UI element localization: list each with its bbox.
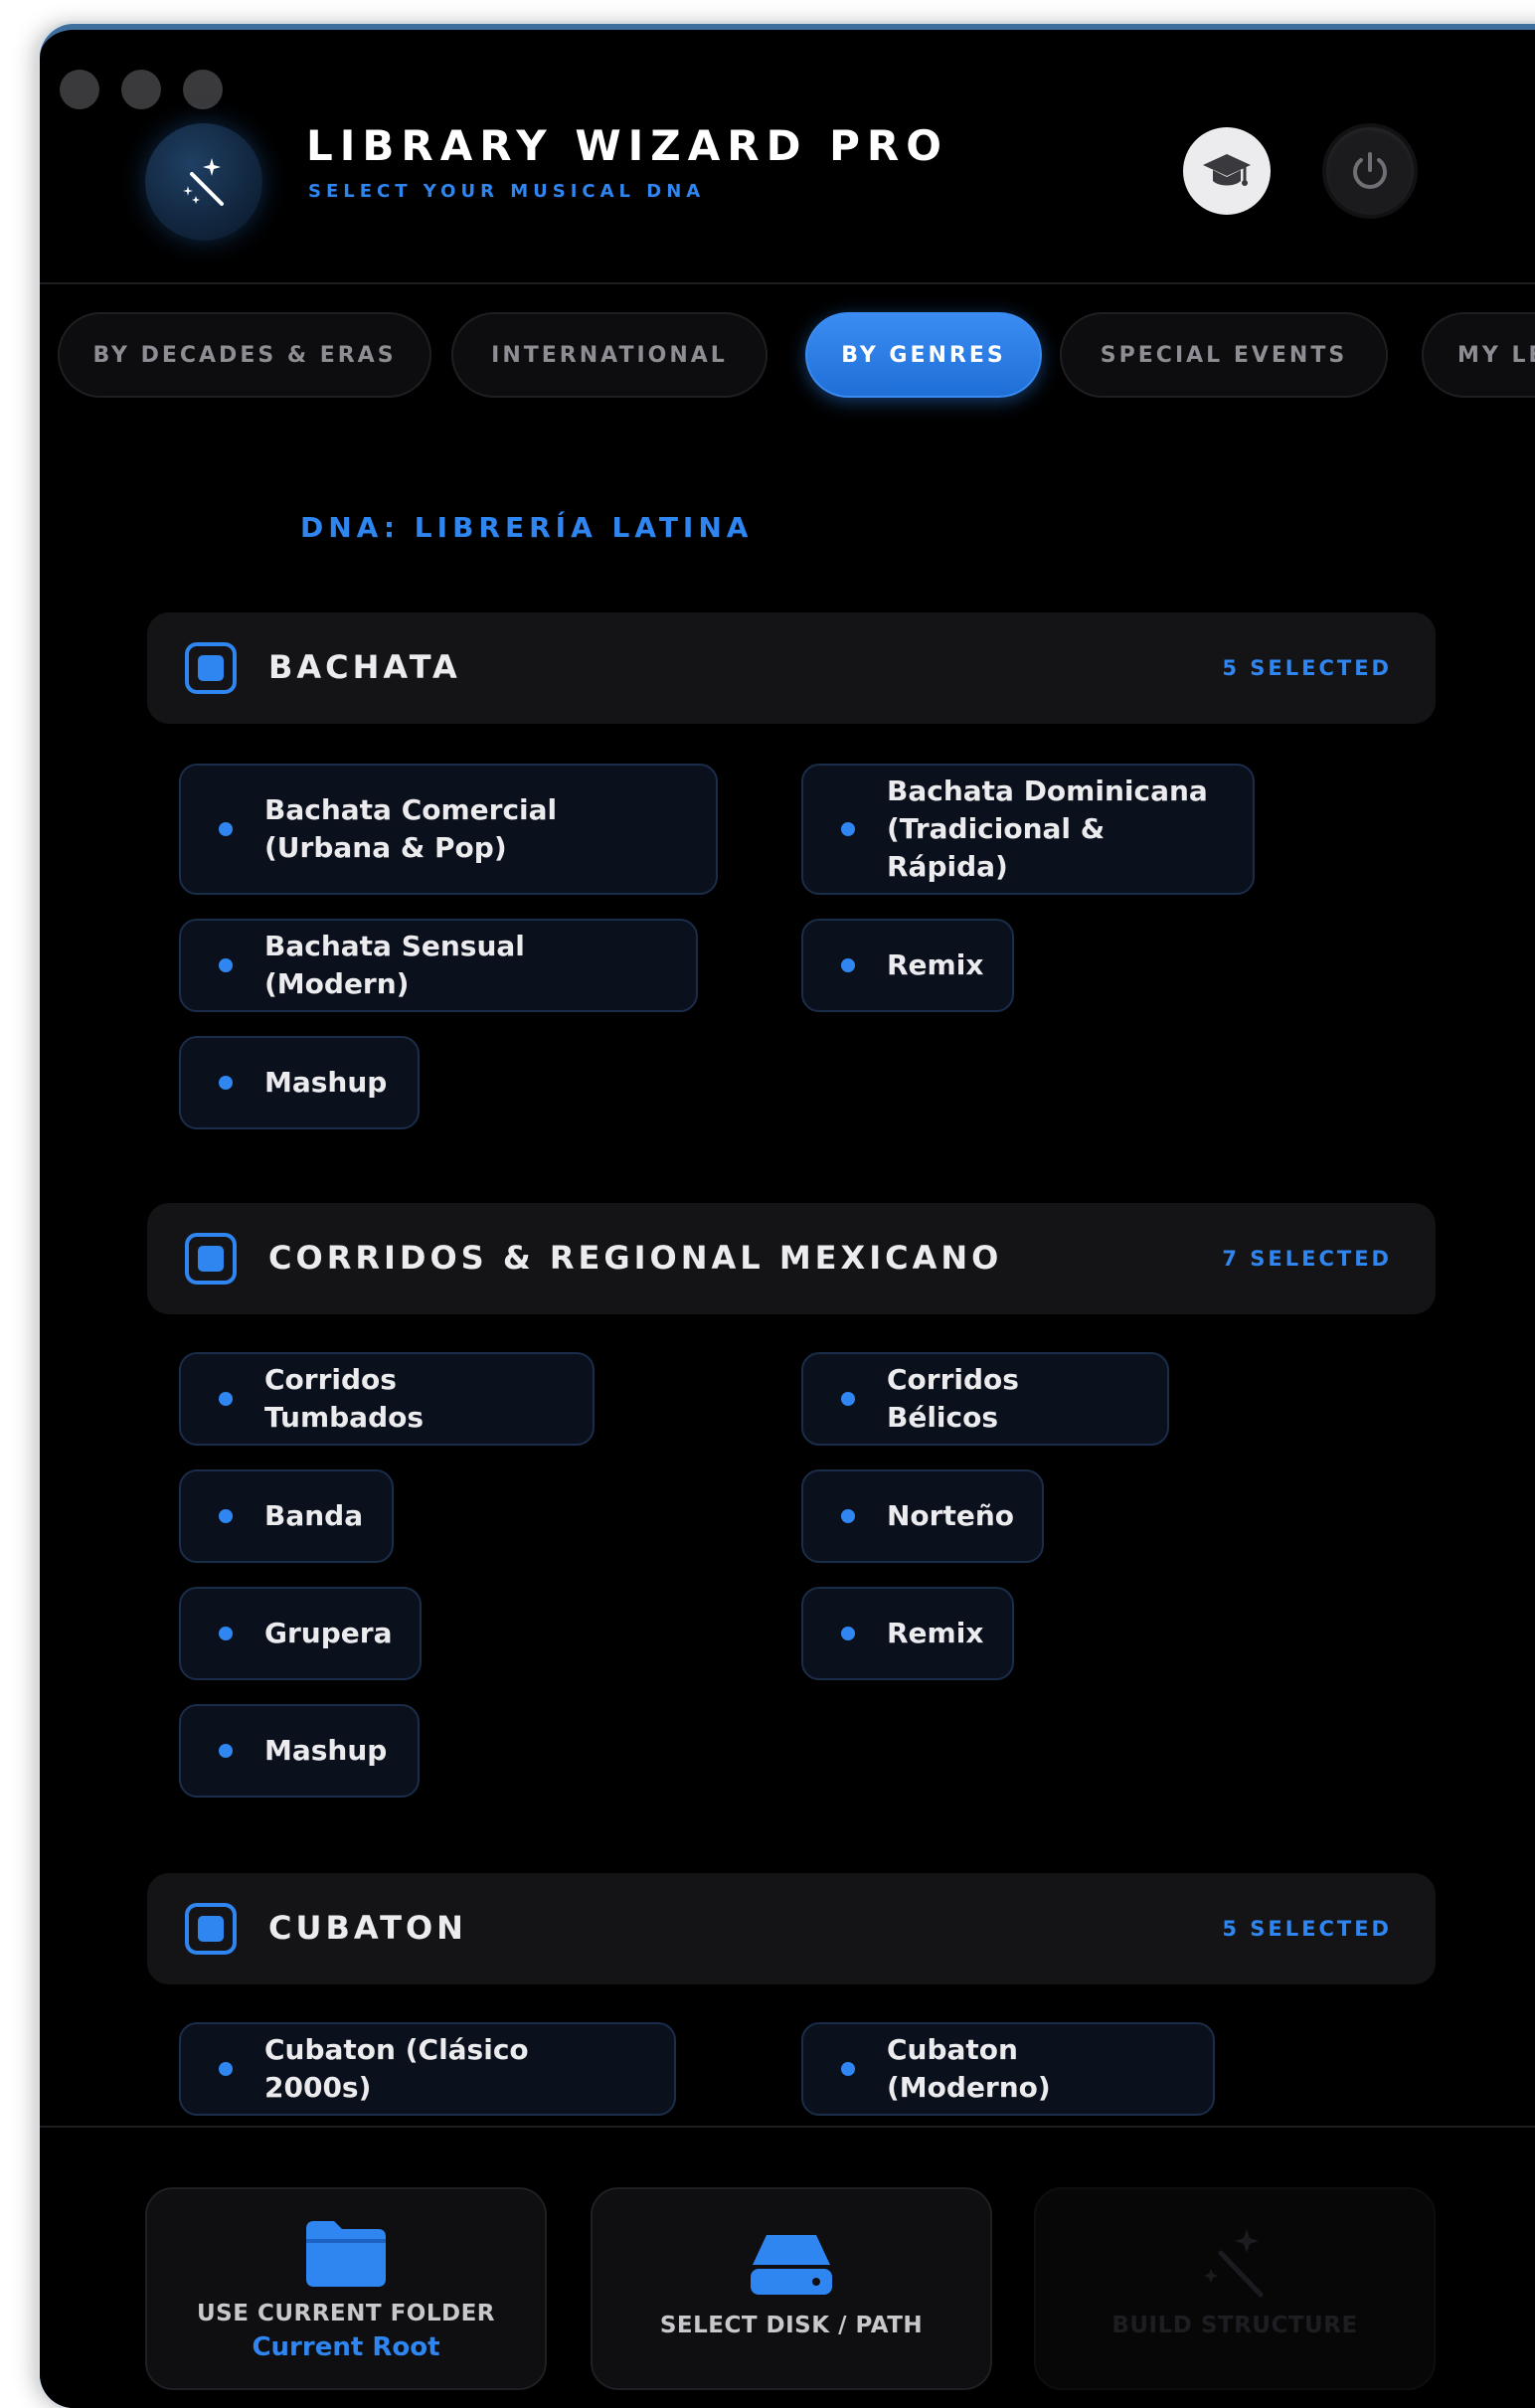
section-checkbox[interactable]: [185, 642, 237, 694]
magic-wand-icon: [183, 158, 224, 206]
selected-count-badge: 5 SELECTED: [1222, 1917, 1392, 1941]
magic-wand-icon: [1204, 2229, 1264, 2298]
genre-chip-label: Mashup: [264, 1066, 388, 1099]
section-title: BACHATA: [268, 648, 461, 686]
selected-dot: [219, 822, 233, 836]
genre-chip[interactable]: Bachata Sensual (Modern): [179, 919, 698, 1012]
genre-chip-label: Bachata Sensual (Modern): [264, 930, 525, 1000]
selected-count-badge: 5 SELECTED: [1222, 656, 1392, 680]
dna-library-label: DNA: LIBRERÍA LATINA: [300, 511, 754, 544]
genre-chip-label: Mashup: [264, 1734, 388, 1767]
genre-chip-label: Remix: [887, 948, 984, 981]
tutorial-button[interactable]: [1183, 127, 1271, 215]
section-header-bachata[interactable]: BACHATA 5 SELECTED: [147, 612, 1436, 724]
genre-chip-label: Bachata Dominicana (Tradicional & Rápida…: [887, 774, 1208, 883]
genre-chip-label: Norteño: [887, 1499, 1015, 1532]
selected-dot: [841, 958, 855, 972]
genre-chip[interactable]: Remix: [801, 1587, 1014, 1680]
selected-count-badge: 7 SELECTED: [1222, 1247, 1392, 1271]
selected-dot: [841, 2062, 855, 2076]
selected-dot: [219, 1076, 233, 1090]
genre-chip[interactable]: Bachata Comercial (Urbana & Pop): [179, 764, 718, 895]
genre-chip[interactable]: Cubaton (Clásico 2000s): [179, 2022, 676, 2116]
section-title: CORRIDOS & REGIONAL MEXICANO: [268, 1239, 1003, 1277]
selected-dot: [219, 1509, 233, 1523]
build-structure-button[interactable]: BUILD STRUCTURE: [1034, 2187, 1436, 2390]
genre-chip[interactable]: Corridos Tumbados: [179, 1352, 595, 1446]
hard-drive-icon: [751, 2235, 832, 2295]
section-header-corridos[interactable]: CORRIDOS & REGIONAL MEXICANO 7 SELECTED: [147, 1203, 1436, 1314]
genre-chip[interactable]: Grupera: [179, 1587, 422, 1680]
action-footer: USE CURRENT FOLDER Current Root SELECT D…: [40, 2126, 1535, 2408]
selected-dot: [219, 2062, 233, 2076]
app-title: LIBRARY WIZARD PRO: [306, 121, 948, 170]
power-button[interactable]: [1322, 123, 1418, 219]
section-checkbox[interactable]: [185, 1903, 237, 1955]
folder-icon: [306, 2221, 386, 2287]
selected-dot: [219, 1392, 233, 1406]
app-subtitle: SELECT YOUR MUSICAL DNA: [308, 181, 706, 202]
selected-dot: [841, 1392, 855, 1406]
section-header-cubaton[interactable]: CUBATON 5 SELECTED: [147, 1873, 1436, 1984]
graduation-cap-icon: [1203, 154, 1251, 186]
use-current-folder-button[interactable]: USE CURRENT FOLDER Current Root: [145, 2187, 547, 2390]
genre-chip-label: Banda: [264, 1499, 364, 1532]
selected-dot: [219, 958, 233, 972]
selected-dot: [841, 1509, 855, 1523]
power-icon: [1353, 152, 1387, 189]
genre-chip[interactable]: Banda: [179, 1469, 394, 1563]
genre-chip[interactable]: Cubaton (Moderno): [801, 2022, 1215, 2116]
genre-chip[interactable]: Bachata Dominicana (Tradicional & Rápida…: [801, 764, 1255, 895]
genre-chip[interactable]: Remix: [801, 919, 1014, 1012]
genre-chip-label: Cubaton (Clásico 2000s): [264, 2033, 529, 2104]
genre-chip-label: Corridos Bélicos: [887, 1363, 1019, 1434]
genre-chip[interactable]: Mashup: [179, 1704, 420, 1798]
section-title: CUBATON: [268, 1909, 467, 1947]
genre-chip[interactable]: Corridos Bélicos: [801, 1352, 1169, 1446]
genre-list-scroll[interactable]: DNA: LIBRERÍA LATINA BACHATA 5 SELECTED …: [40, 284, 1535, 2126]
selected-dot: [219, 1744, 233, 1758]
genre-chip-label: Corridos Tumbados: [264, 1363, 425, 1434]
app-header: LIBRARY WIZARD PRO SELECT YOUR MUSICAL D…: [40, 30, 1535, 284]
genre-chip[interactable]: Mashup: [179, 1036, 420, 1129]
selected-dot: [841, 1627, 855, 1640]
select-disk-path-button[interactable]: SELECT DISK / PATH: [591, 2187, 992, 2390]
use-current-folder-label: USE CURRENT FOLDER: [196, 2301, 496, 2326]
genre-chip[interactable]: Norteño: [801, 1469, 1044, 1563]
genre-chip-label: Cubaton (Moderno): [887, 2033, 1051, 2104]
selected-dot: [841, 822, 855, 836]
app-logo: [145, 123, 262, 241]
genre-chip-label: Bachata Comercial (Urbana & Pop): [264, 793, 558, 864]
select-disk-path-label: SELECT DISK / PATH: [659, 2313, 924, 2338]
build-structure-label: BUILD STRUCTURE: [1111, 2313, 1358, 2338]
genre-chip-label: Grupera: [264, 1617, 393, 1649]
selected-dot: [219, 1627, 233, 1640]
genre-chip-label: Remix: [887, 1617, 984, 1649]
section-checkbox[interactable]: [185, 1233, 237, 1285]
current-root-label: Current Root: [252, 2332, 440, 2362]
app-window: LIBRARY WIZARD PRO SELECT YOUR MUSICAL D…: [40, 24, 1535, 2408]
